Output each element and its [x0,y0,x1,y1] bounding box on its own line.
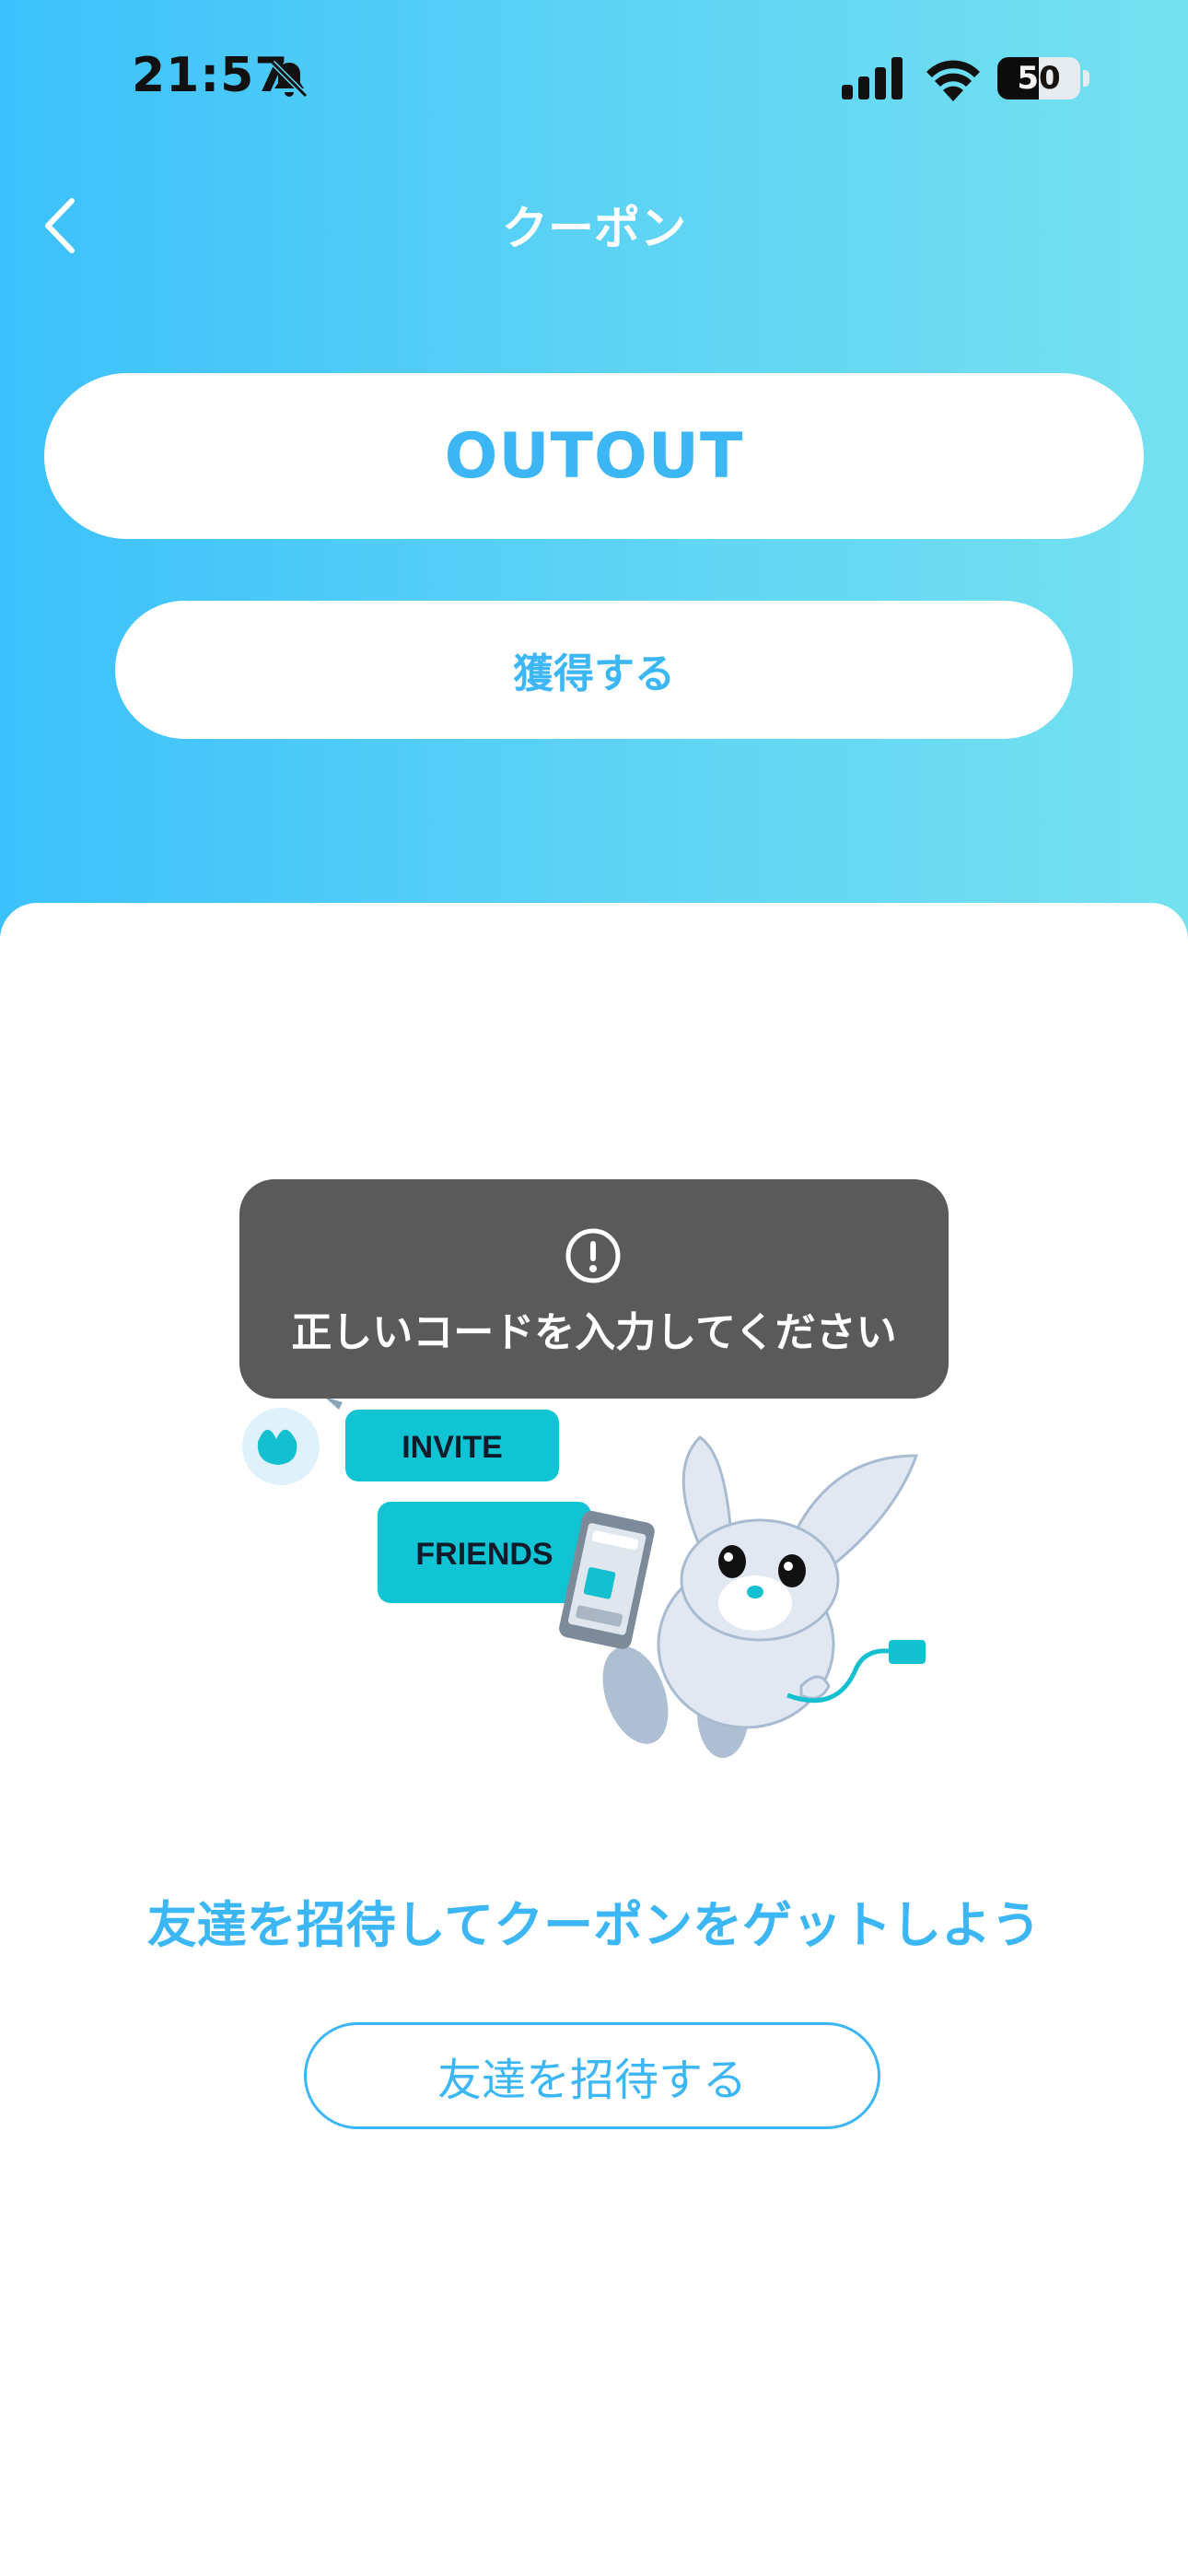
invite-headline: 友達を招待してクーポンをゲットしよう [146,1896,1042,1954]
acquire-button[interactable]: 獲得する [115,601,1073,739]
battery-icon: 50 [997,57,1080,100]
invite-friends-button[interactable]: 友達を招待する [304,2022,880,2129]
bell-slash-icon [270,60,309,99]
invite-illustration: INVITE FRIENDS [242,1397,926,1758]
battery-percent: 50 [1017,60,1061,97]
error-toast: 正しいコードを入力してください [239,1179,949,1399]
status-time: 21:57 [132,48,289,103]
invite-bubble-text: INVITE [402,1430,503,1465]
wifi-icon [926,60,980,101]
friends-bubble-text: FRIENDS [415,1537,553,1572]
signal-icon [842,57,903,100]
battery-tip [1083,70,1089,87]
exclamation-circle-icon [565,1228,621,1283]
toast-message: 正しいコードを入力してください [291,1309,897,1356]
page-title: クーポン [502,202,686,255]
coupon-code-field[interactable]: OUTOUT [44,373,1144,539]
status-bar: 21:57 50 [0,0,1188,157]
